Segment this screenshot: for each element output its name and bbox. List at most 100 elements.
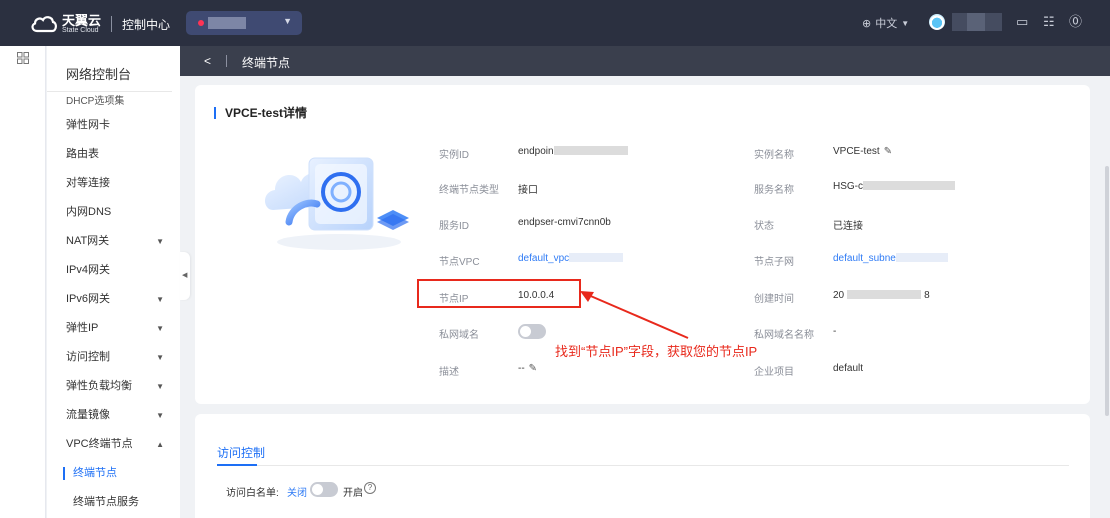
sidebar-item-access-control[interactable]: 访问控制 ▼ (47, 343, 180, 372)
globe-icon: ⊕ (862, 17, 872, 30)
sidebar-item-traffic-mirror[interactable]: 流量镜像 ▼ (47, 401, 180, 430)
active-tab-indicator (217, 464, 257, 466)
detail-title: VPCE-test详情 (214, 107, 307, 119)
status-value: 已连接 (833, 221, 863, 232)
help-icon[interactable]: ? (364, 482, 376, 494)
sidebar: 网络控制台 DHCP选项集 弹性网卡 路由表 对等连接 内网DNS NAT网关 ▼… (47, 46, 180, 518)
chevron-down-icon: ▼ (901, 18, 910, 28)
user-avatar[interactable] (929, 14, 945, 30)
region-status-dot (198, 20, 204, 26)
sidebar-item-ipv6-gateway[interactable]: IPv6网关 ▼ (47, 285, 180, 314)
sidebar-item-private-dns[interactable]: 内网DNS (47, 198, 180, 227)
sidebar-item-eip[interactable]: 弹性IP ▼ (47, 314, 180, 343)
endpoint-type-label: 终端节点类型 (439, 185, 499, 196)
chevron-down-icon: ▼ (156, 324, 164, 333)
page-header: < 终端节点 (180, 46, 1110, 76)
instance-id-label: 实例ID (439, 150, 469, 161)
chevron-down-icon: ▼ (283, 16, 292, 26)
instance-name-value: VPCE-test ✎ (833, 146, 893, 157)
node-vpc-label: 节点VPC (439, 257, 480, 268)
annotation-arrow-icon (580, 291, 689, 339)
product-rail (0, 46, 46, 518)
toggle-knob (312, 484, 323, 495)
chevron-left-icon: ◀ (182, 272, 188, 279)
description-label: 描述 (439, 367, 459, 378)
created-at-label: 创建时间 (754, 294, 794, 305)
ticket-icon[interactable]: ▭ (1016, 14, 1028, 30)
node-ip-highlight-box (417, 279, 581, 308)
brand-name-en: State Cloud (62, 26, 99, 34)
sidebar-item-ipv4-gateway[interactable]: IPv4网关 (47, 256, 180, 285)
sidebar-collapse-handle[interactable]: ◀ (180, 252, 190, 300)
cloud-endpoint-illustration (265, 157, 409, 250)
cloud-logo-icon (31, 16, 57, 33)
redacted-text (863, 181, 955, 190)
whitelist-toggle[interactable] (310, 482, 338, 497)
whitelist-off-label: 关闭 (287, 488, 307, 499)
settings-icon[interactable]: ☷ (1043, 14, 1055, 30)
endpoint-type-value: 接口 (518, 185, 538, 196)
sidebar-item-peering[interactable]: 对等连接 (47, 169, 180, 198)
created-at-value: 20 8 (833, 290, 930, 301)
sidebar-item-endpoint-service[interactable]: 终端节点服务 (47, 488, 180, 517)
chevron-down-icon: ▼ (156, 411, 164, 420)
edit-icon[interactable]: ✎ (529, 363, 537, 374)
node-vpc-link[interactable]: default_vpc (518, 253, 624, 264)
redacted-text (847, 290, 922, 299)
sidebar-title: 网络控制台 (47, 46, 172, 92)
back-button[interactable]: < (204, 54, 211, 68)
private-domain-name-value: - (833, 326, 837, 337)
sidebar-item-elb[interactable]: 弹性负载均衡 ▼ (47, 372, 180, 401)
region-name-redacted (208, 17, 246, 29)
annotation-text: 找到“节点IP”字段，获取您的节点IP (555, 344, 758, 359)
chevron-down-icon: ▼ (156, 353, 164, 362)
service-id-value: endpser-cmvi7cnn0b (518, 217, 611, 228)
page-scrollbar[interactable] (1104, 76, 1110, 518)
sidebar-item-eni[interactable]: 弹性网卡 (47, 111, 180, 140)
node-subnet-link[interactable]: default_subne (833, 253, 948, 264)
private-domain-name-label: 私网域名名称 (754, 330, 814, 341)
private-domain-label: 私网域名 (439, 330, 479, 341)
chevron-down-icon: ▼ (156, 382, 164, 391)
logo-divider (111, 16, 113, 32)
header-divider (226, 55, 227, 67)
redacted-text (895, 253, 948, 262)
status-label: 状态 (754, 221, 774, 232)
description-value: -- ✎ (518, 363, 538, 374)
redacted-text (553, 146, 628, 155)
grid-menu-icon[interactable] (17, 52, 29, 64)
service-name-value: HSG-c (833, 181, 955, 192)
tab-access-control[interactable]: 访问控制 (217, 444, 265, 461)
page-title: 终端节点 (242, 56, 291, 70)
toggle-knob (520, 326, 531, 337)
node-subnet-label: 节点子网 (754, 257, 794, 268)
region-selector[interactable]: ▼ (186, 11, 302, 35)
instance-id-value: endpoin (518, 146, 628, 157)
whitelist-on-label: 开启 (343, 488, 363, 499)
username-redacted-part (967, 13, 985, 31)
sidebar-item-nat-gateway[interactable]: NAT网关 ▼ (47, 227, 180, 256)
chevron-down-icon: ▼ (156, 237, 164, 246)
brand-name: 天翼云 (62, 12, 102, 28)
private-domain-toggle[interactable] (518, 324, 546, 339)
scrollbar-thumb[interactable] (1105, 166, 1109, 416)
help-icon[interactable]: ⓪ (1069, 14, 1082, 30)
sidebar-item-dhcp[interactable]: DHCP选项集 (47, 94, 180, 110)
sidebar-item-route-table[interactable]: 路由表 (47, 140, 180, 169)
chevron-up-icon: ▲ (156, 440, 164, 449)
sidebar-item-endpoint[interactable]: 终端节点 (47, 459, 180, 488)
brand-logo[interactable]: 天翼云 State Cloud 控制中心 (30, 11, 170, 37)
redacted-text (569, 253, 624, 262)
enterprise-project-value: default (833, 363, 864, 374)
console-title[interactable]: 控制中心 (122, 16, 170, 33)
tab-divider (217, 465, 1069, 466)
top-navigation-bar: 天翼云 State Cloud 控制中心 ▼ ⊕ 中文 ▼ ▭ ☷ ⓪ (0, 0, 1110, 46)
access-control-card: 访问控制 访问白名单: 关闭 开启 ? (195, 414, 1090, 518)
enterprise-project-label: 企业项目 (754, 367, 794, 378)
service-id-label: 服务ID (439, 221, 469, 232)
sidebar-item-vpc-endpoint[interactable]: VPC终端节点 ▲ (47, 430, 180, 459)
language-selector[interactable]: ⊕ 中文 ▼ (862, 15, 909, 31)
edit-icon[interactable]: ✎ (884, 146, 892, 157)
service-name-label: 服务名称 (754, 185, 794, 196)
chevron-down-icon: ▼ (156, 295, 164, 304)
